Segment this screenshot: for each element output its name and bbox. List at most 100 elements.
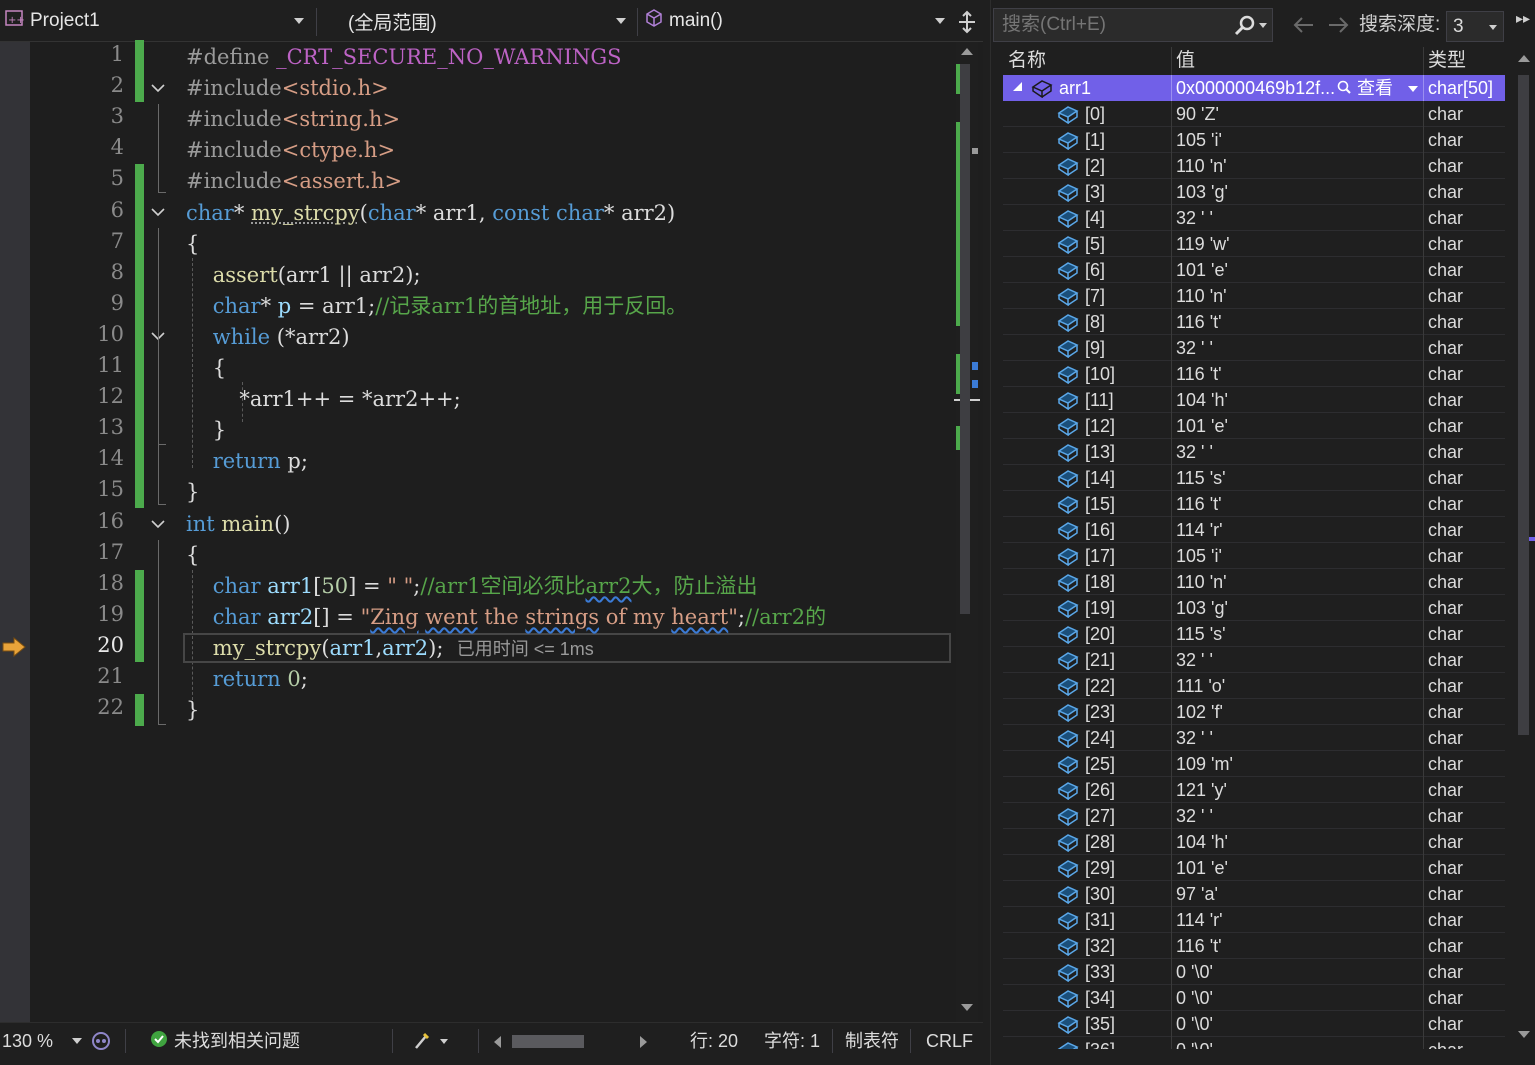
watch-row[interactable]: [12] 101 'e' char (1003, 413, 1505, 439)
column-header-value[interactable]: 值 (1171, 47, 1423, 75)
watch-row[interactable]: [5] 119 'w' char (1003, 231, 1505, 257)
watch-row[interactable]: [29] 101 'e' char (1003, 855, 1505, 881)
tabs-indicator[interactable]: 制表符 (845, 1027, 899, 1055)
split-icon[interactable] (956, 10, 978, 39)
value-cell[interactable]: 119 'w' (1171, 231, 1423, 257)
code-line[interactable]: char* my_strcpy(char* arr1, const char* … (186, 198, 675, 229)
value-cell[interactable]: 104 'h' (1171, 829, 1423, 855)
value-cell[interactable]: 102 'f' (1171, 699, 1423, 725)
scroll-thumb[interactable] (960, 64, 970, 614)
watch-row[interactable]: [15] 116 't' char (1003, 491, 1505, 517)
scroll-down-icon[interactable] (1518, 1031, 1530, 1038)
watch-row[interactable]: [23] 102 'f' char (1003, 699, 1505, 725)
value-cell[interactable]: 101 'e' (1171, 855, 1423, 881)
value-cell[interactable]: 110 'n' (1171, 283, 1423, 309)
forward-arrow-icon[interactable] (1327, 8, 1349, 42)
value-cell[interactable]: 0 '\0' (1171, 1037, 1423, 1049)
chevron-down-icon[interactable] (1259, 23, 1267, 28)
search-box[interactable] (993, 8, 1273, 42)
watch-row[interactable]: [30] 97 'a' char (1003, 881, 1505, 907)
watch-row[interactable]: [34] 0 '\0' char (1003, 985, 1505, 1011)
value-cell[interactable]: 0 '\0' (1171, 959, 1423, 985)
value-cell[interactable]: 32 ' ' (1171, 335, 1423, 361)
search-depth-dropdown[interactable]: 3 (1446, 11, 1504, 42)
watch-row[interactable]: [18] 110 'n' char (1003, 569, 1505, 595)
watch-row[interactable]: [17] 105 'i' char (1003, 543, 1505, 569)
value-cell[interactable]: 0x000000469b12f... 查看 (1171, 75, 1423, 101)
watch-row[interactable]: [36] 0 '\0'char (1003, 1037, 1505, 1049)
value-cell[interactable]: 116 't' (1171, 491, 1423, 517)
value-cell[interactable]: 105 'i' (1171, 543, 1423, 569)
watch-row[interactable]: [32] 116 't' char (1003, 933, 1505, 959)
value-cell[interactable]: 111 'o' (1171, 673, 1423, 699)
code-line[interactable]: } (186, 415, 226, 446)
value-cell[interactable]: 110 'n' (1171, 569, 1423, 595)
code-line[interactable]: #include<ctype.h> (186, 135, 395, 166)
function-dropdown[interactable]: main() (641, 6, 953, 36)
watch-row[interactable]: [22] 111 'o' char (1003, 673, 1505, 699)
watch-row[interactable]: [10] 116 't' char (1003, 361, 1505, 387)
code-line[interactable]: #include<stdio.h> (186, 73, 389, 104)
code-line[interactable]: } (186, 695, 199, 726)
value-cell[interactable]: 116 't' (1171, 309, 1423, 335)
value-cell[interactable]: 32 ' ' (1171, 439, 1423, 465)
watch-row[interactable]: [31] 114 'r' char (1003, 907, 1505, 933)
back-arrow-icon[interactable] (1293, 8, 1315, 42)
copilot-icon[interactable] (90, 1027, 112, 1055)
watch-row[interactable]: [26] 121 'y' char (1003, 777, 1505, 803)
fold-chevron-icon[interactable] (150, 204, 166, 220)
code-line[interactable]: #include<string.h> (186, 104, 400, 135)
watch-row-root[interactable]: arr1 0x000000469b12f... 查看 char[50] (1003, 75, 1505, 101)
scroll-up-icon[interactable] (961, 48, 973, 55)
code-line[interactable]: char* p = arr1;//记录arr1的首地址，用于反回。 (186, 291, 688, 322)
search-input[interactable] (994, 9, 1224, 41)
watch-row[interactable]: [6] 101 'e' char (1003, 257, 1505, 283)
watch-row[interactable]: [1] 105 'i' char (1003, 127, 1505, 153)
watch-row[interactable]: [11] 104 'h' char (1003, 387, 1505, 413)
value-cell[interactable]: 32 ' ' (1171, 803, 1423, 829)
code-cleanup-icon[interactable] (412, 1027, 452, 1055)
watch-row[interactable]: [24] 32 ' ' char (1003, 725, 1505, 751)
code-line[interactable]: return 0; (186, 664, 308, 695)
watch-row[interactable]: [4] 32 ' ' char (1003, 205, 1505, 231)
value-cell[interactable]: 32 ' ' (1171, 647, 1423, 673)
watch-row[interactable]: [3] 103 'g' char (1003, 179, 1505, 205)
line-indicator[interactable]: 行: 20 (690, 1027, 738, 1055)
code-line[interactable]: my_strcpy(arr1,arr2); 已用时间 <= 1ms (186, 633, 594, 664)
value-cell[interactable]: 121 'y' (1171, 777, 1423, 803)
watch-row[interactable]: [21] 32 ' ' char (1003, 647, 1505, 673)
watch-row[interactable]: [9] 32 ' ' char (1003, 335, 1505, 361)
editor-scrollbar[interactable] (954, 42, 980, 1022)
fold-chevron-icon[interactable] (150, 80, 166, 96)
expanded-triangle-icon[interactable] (1013, 82, 1022, 91)
value-cell[interactable]: 32 ' ' (1171, 725, 1423, 751)
code-editor[interactable]: ++ Project1 (全局范围) main() 1 2 3 4 5 6 7 8 9 10 11 1… (0, 0, 983, 1065)
value-cell[interactable]: 101 'e' (1171, 413, 1423, 439)
column-header-type[interactable]: 类型 (1423, 47, 1505, 75)
value-cell[interactable]: 32 ' ' (1171, 205, 1423, 231)
scroll-up-icon[interactable] (1518, 55, 1530, 62)
value-cell[interactable]: 115 's' (1171, 621, 1423, 647)
watch-row[interactable]: [8] 116 't' char (1003, 309, 1505, 335)
value-cell[interactable]: 97 'a' (1171, 881, 1423, 907)
scroll-left-icon[interactable] (494, 1036, 501, 1048)
overflow-icon[interactable]: ▸▸ (1516, 10, 1530, 27)
value-cell[interactable]: 90 'Z' (1171, 101, 1423, 127)
scroll-thumb[interactable] (512, 1035, 584, 1048)
watch-row[interactable]: [19] 103 'g' char (1003, 595, 1505, 621)
value-cell[interactable]: 114 'r' (1171, 907, 1423, 933)
code-line[interactable]: char arr1[50] = " ";//arr1空间必须比arr2大，防止溢… (186, 571, 758, 602)
fold-chevron-icon[interactable] (150, 516, 166, 532)
value-cell[interactable]: 116 't' (1171, 361, 1423, 387)
value-cell[interactable]: 109 'm' (1171, 751, 1423, 777)
code-line[interactable]: { (186, 353, 226, 384)
value-cell[interactable]: 115 's' (1171, 465, 1423, 491)
scope-dropdown[interactable]: (全局范围) (320, 6, 634, 36)
watch-row[interactable]: [0] 90 'Z' char (1003, 101, 1505, 127)
scroll-thumb[interactable] (1518, 75, 1529, 735)
zoom-dropdown[interactable]: 130 % (2, 1027, 86, 1055)
code-line[interactable]: { (186, 229, 199, 260)
value-cell[interactable]: 103 'g' (1171, 179, 1423, 205)
value-cell[interactable]: 0 '\0' (1171, 1011, 1423, 1037)
horizontal-scrollbar[interactable] (494, 1027, 654, 1055)
